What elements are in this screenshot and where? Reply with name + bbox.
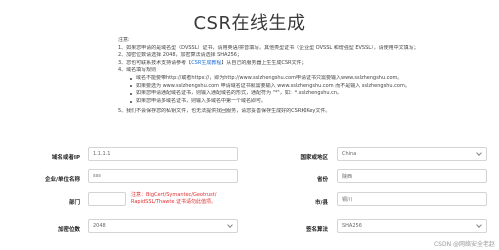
chevron-down-icon — [227, 221, 233, 228]
chevron-down-icon — [476, 221, 482, 228]
csr-form: 域名或者IP 1.1.1.1 企业/单位名称 sss 部门 注意：BigCert… — [0, 0, 499, 250]
bits-label: 加密位数 — [57, 227, 80, 233]
dept-label: 部门 — [68, 200, 80, 206]
algo-select[interactable]: SHA256 — [337, 219, 487, 233]
domain-label: 域名或者IP — [51, 155, 80, 161]
province-input[interactable]: 陕西 — [337, 169, 487, 183]
watermark: CSDN @网络安全老赵 — [433, 241, 495, 248]
province-label: 省份 — [316, 177, 328, 183]
country-label: 国家或地区 — [300, 155, 328, 161]
dept-input[interactable] — [88, 192, 126, 206]
org-input[interactable]: sss — [88, 169, 238, 183]
bits-select[interactable]: 2048 — [88, 219, 238, 233]
domain-input[interactable]: 1.1.1.1 — [88, 147, 238, 161]
dept-hint: 注意：BigCert/Symantec/Geotrust/ RapidSSL/T… — [131, 192, 217, 205]
city-input[interactable]: 铜川 — [337, 192, 487, 206]
chevron-down-icon — [476, 149, 482, 156]
org-label: 企业/单位名称 — [44, 177, 80, 183]
algo-label: 签名算法 — [305, 227, 328, 233]
country-select[interactable]: China — [337, 147, 487, 161]
city-label: 市/县 — [314, 200, 328, 206]
